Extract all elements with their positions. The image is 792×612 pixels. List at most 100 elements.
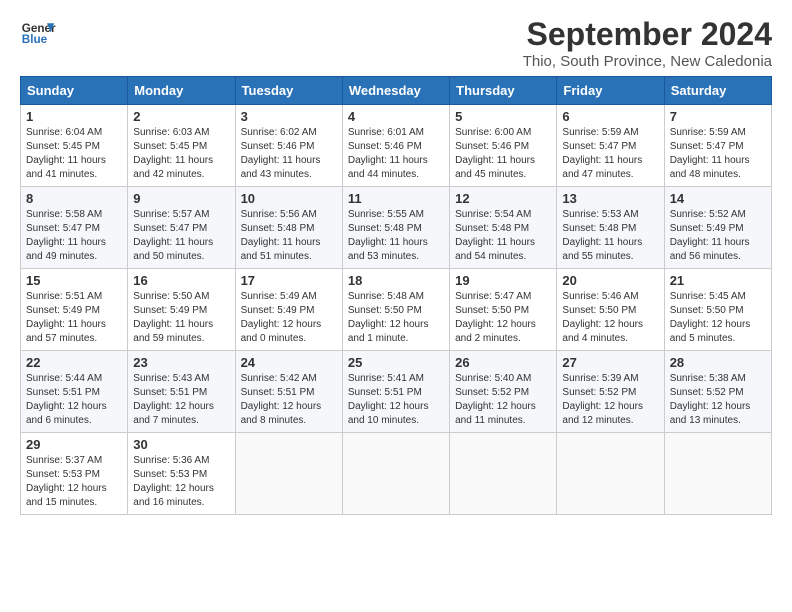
calendar-week-1: 1 Sunrise: 6:04 AM Sunset: 5:45 PM Daylig… [21,105,772,187]
day-number: 27 [562,355,658,370]
weekday-header-saturday: Saturday [664,77,771,105]
cell-info: Sunrise: 5:59 AM Sunset: 5:47 PM Dayligh… [562,126,658,182]
day-number: 22 [26,355,122,370]
cell-info: Sunrise: 5:55 AM Sunset: 5:48 PM Dayligh… [348,208,444,264]
calendar-cell: 26 Sunrise: 5:40 AM Sunset: 5:52 PM Dayli… [450,351,557,433]
calendar-cell: 25Sunrise: 5:41 AM Sunset: 5:51 PM Dayli… [342,351,449,433]
cell-info: Sunrise: 5:53 AM Sunset: 5:48 PM Dayligh… [562,208,658,264]
day-number: 15 [26,273,122,288]
cell-info: Sunrise: 5:37 AM Sunset: 5:53 PM Dayligh… [26,454,122,510]
day-number: 3 [241,109,337,124]
cell-info: Sunrise: 5:49 AM Sunset: 5:49 PM Dayligh… [241,290,337,346]
cell-info: Sunrise: 5:42 AM Sunset: 5:51 PM Dayligh… [241,372,337,428]
calendar-cell: 29 Sunrise: 5:37 AM Sunset: 5:53 PM Dayli… [21,433,128,515]
day-number: 6 [562,109,658,124]
calendar-cell: 2 Sunrise: 6:03 AM Sunset: 5:45 PM Daylig… [128,105,235,187]
day-number: 17 [241,273,337,288]
calendar-cell [235,433,342,515]
calendar-week-5: 29 Sunrise: 5:37 AM Sunset: 5:53 PM Dayli… [21,433,772,515]
page-header: General Blue September 2024 Thio, South … [20,16,772,70]
logo-icon: General Blue [20,16,56,52]
title-area: September 2024 Thio, South Province, New… [523,16,772,70]
weekday-header-friday: Friday [557,77,664,105]
calendar-cell: 20Sunrise: 5:46 AM Sunset: 5:50 PM Dayli… [557,269,664,351]
cell-info: Sunrise: 5:51 AM Sunset: 5:49 PM Dayligh… [26,290,122,346]
calendar-cell: 11 Sunrise: 5:55 AM Sunset: 5:48 PM Dayli… [342,187,449,269]
calendar-week-4: 22 Sunrise: 5:44 AM Sunset: 5:51 PM Dayli… [21,351,772,433]
calendar-cell [450,433,557,515]
cell-info: Sunrise: 6:04 AM Sunset: 5:45 PM Dayligh… [26,126,122,182]
calendar-cell: 13 Sunrise: 5:53 AM Sunset: 5:48 PM Dayli… [557,187,664,269]
cell-info: Sunrise: 6:02 AM Sunset: 5:46 PM Dayligh… [241,126,337,182]
weekday-header-monday: Monday [128,77,235,105]
logo: General Blue [20,16,56,52]
location: Thio, South Province, New Caledonia [523,53,772,70]
day-number: 1 [26,109,122,124]
cell-info: Sunrise: 5:46 AM Sunset: 5:50 PM Dayligh… [562,290,658,346]
day-number: 2 [133,109,229,124]
cell-info: Sunrise: 5:39 AM Sunset: 5:52 PM Dayligh… [562,372,658,428]
calendar-cell: 22 Sunrise: 5:44 AM Sunset: 5:51 PM Dayli… [21,351,128,433]
weekday-header-thursday: Thursday [450,77,557,105]
day-number: 12 [455,191,551,206]
calendar-cell: 15 Sunrise: 5:51 AM Sunset: 5:49 PM Dayli… [21,269,128,351]
calendar-cell: 19 Sunrise: 5:47 AM Sunset: 5:50 PM Dayli… [450,269,557,351]
cell-info: Sunrise: 6:03 AM Sunset: 5:45 PM Dayligh… [133,126,229,182]
cell-info: Sunrise: 5:58 AM Sunset: 5:47 PM Dayligh… [26,208,122,264]
day-number: 23 [133,355,229,370]
svg-text:Blue: Blue [22,33,48,46]
day-number: 24 [241,355,337,370]
day-number: 7 [670,109,766,124]
day-number: 14 [670,191,766,206]
calendar-week-2: 8Sunrise: 5:58 AM Sunset: 5:47 PM Daylig… [21,187,772,269]
cell-info: Sunrise: 5:44 AM Sunset: 5:51 PM Dayligh… [26,372,122,428]
calendar-cell: 6 Sunrise: 5:59 AM Sunset: 5:47 PM Daylig… [557,105,664,187]
calendar-cell: 4 Sunrise: 6:01 AM Sunset: 5:46 PM Daylig… [342,105,449,187]
calendar-cell: 30 Sunrise: 5:36 AM Sunset: 5:53 PM Dayli… [128,433,235,515]
day-number: 18 [348,273,444,288]
cell-info: Sunrise: 5:52 AM Sunset: 5:49 PM Dayligh… [670,208,766,264]
calendar-cell [557,433,664,515]
calendar-table: SundayMondayTuesdayWednesdayThursdayFrid… [20,76,772,515]
cell-info: Sunrise: 5:54 AM Sunset: 5:48 PM Dayligh… [455,208,551,264]
calendar-cell: 9 Sunrise: 5:57 AM Sunset: 5:47 PM Daylig… [128,187,235,269]
cell-info: Sunrise: 5:43 AM Sunset: 5:51 PM Dayligh… [133,372,229,428]
day-number: 21 [670,273,766,288]
cell-info: Sunrise: 6:00 AM Sunset: 5:46 PM Dayligh… [455,126,551,182]
calendar-cell [664,433,771,515]
day-number: 9 [133,191,229,206]
cell-info: Sunrise: 5:59 AM Sunset: 5:47 PM Dayligh… [670,126,766,182]
month-year: September 2024 [523,16,772,53]
cell-info: Sunrise: 5:48 AM Sunset: 5:50 PM Dayligh… [348,290,444,346]
day-number: 30 [133,437,229,452]
calendar-cell: 18 Sunrise: 5:48 AM Sunset: 5:50 PM Dayli… [342,269,449,351]
day-number: 11 [348,191,444,206]
calendar-cell: 17 Sunrise: 5:49 AM Sunset: 5:49 PM Dayli… [235,269,342,351]
calendar-cell: 3 Sunrise: 6:02 AM Sunset: 5:46 PM Daylig… [235,105,342,187]
cell-info: Sunrise: 5:50 AM Sunset: 5:49 PM Dayligh… [133,290,229,346]
calendar-cell: 21Sunrise: 5:45 AM Sunset: 5:50 PM Dayli… [664,269,771,351]
cell-info: Sunrise: 6:01 AM Sunset: 5:46 PM Dayligh… [348,126,444,182]
day-number: 4 [348,109,444,124]
calendar-cell: 28Sunrise: 5:38 AM Sunset: 5:52 PM Dayli… [664,351,771,433]
day-number: 19 [455,273,551,288]
cell-info: Sunrise: 5:36 AM Sunset: 5:53 PM Dayligh… [133,454,229,510]
day-number: 29 [26,437,122,452]
cell-info: Sunrise: 5:56 AM Sunset: 5:48 PM Dayligh… [241,208,337,264]
day-number: 13 [562,191,658,206]
weekday-header-sunday: Sunday [21,77,128,105]
cell-info: Sunrise: 5:47 AM Sunset: 5:50 PM Dayligh… [455,290,551,346]
calendar-cell: 27 Sunrise: 5:39 AM Sunset: 5:52 PM Dayli… [557,351,664,433]
calendar-cell: 10 Sunrise: 5:56 AM Sunset: 5:48 PM Dayli… [235,187,342,269]
calendar-cell: 7 Sunrise: 5:59 AM Sunset: 5:47 PM Daylig… [664,105,771,187]
day-number: 26 [455,355,551,370]
day-number: 25 [348,355,444,370]
day-number: 5 [455,109,551,124]
weekday-header-tuesday: Tuesday [235,77,342,105]
cell-info: Sunrise: 5:57 AM Sunset: 5:47 PM Dayligh… [133,208,229,264]
day-number: 10 [241,191,337,206]
calendar-cell: 14 Sunrise: 5:52 AM Sunset: 5:49 PM Dayli… [664,187,771,269]
calendar-cell: 5 Sunrise: 6:00 AM Sunset: 5:46 PM Daylig… [450,105,557,187]
calendar-cell [342,433,449,515]
cell-info: Sunrise: 5:40 AM Sunset: 5:52 PM Dayligh… [455,372,551,428]
